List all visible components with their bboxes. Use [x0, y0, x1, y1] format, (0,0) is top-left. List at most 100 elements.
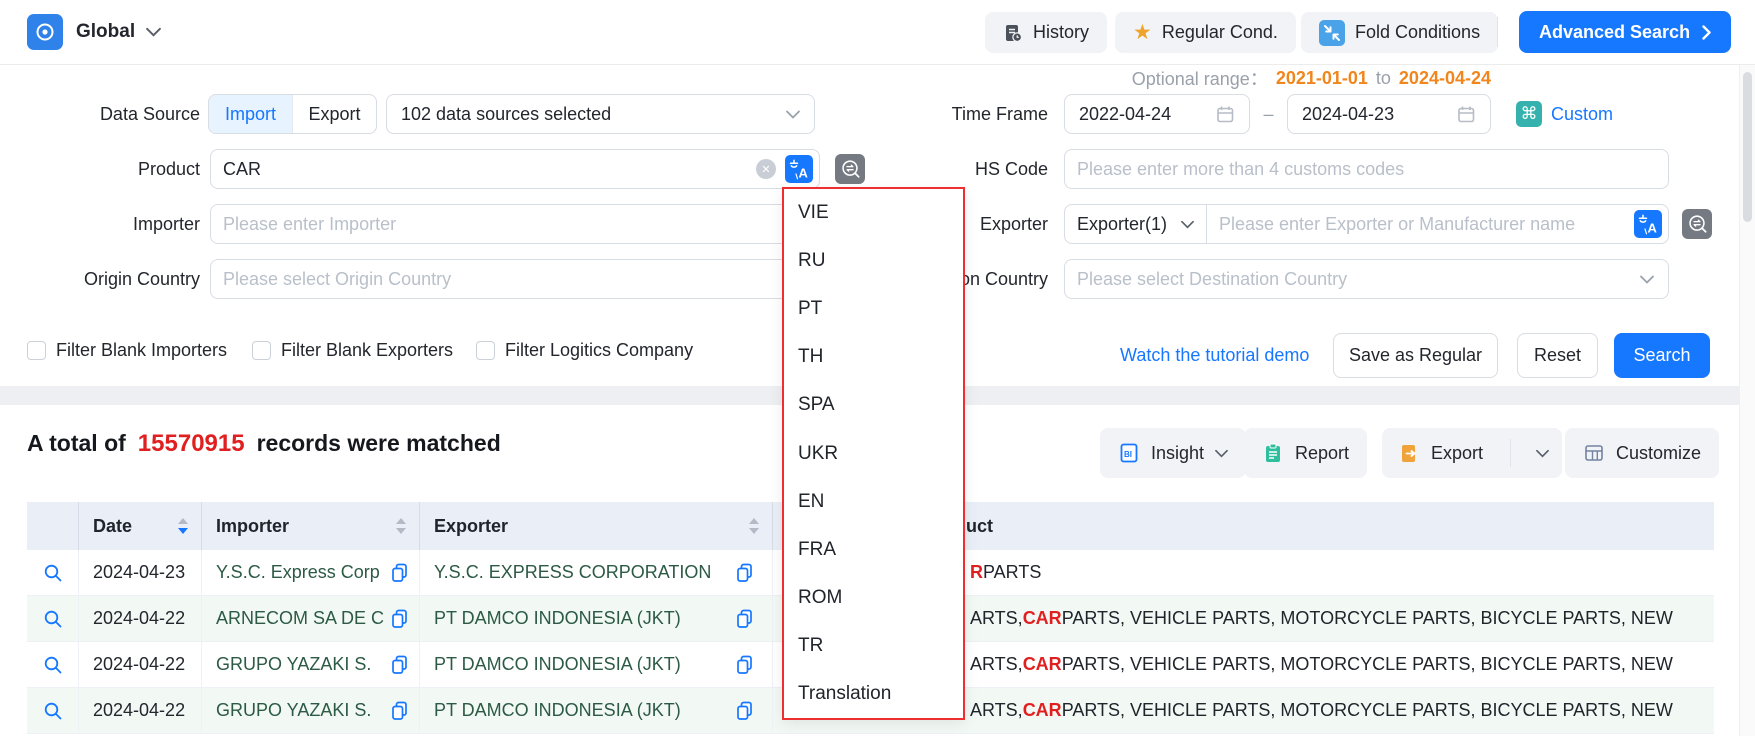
app-logo[interactable]	[27, 14, 63, 50]
save-as-regular-button[interactable]: Save as Regular	[1333, 333, 1498, 378]
copy-icon[interactable]	[735, 700, 754, 721]
language-option-en[interactable]: EN	[784, 478, 963, 526]
optional-range-to-word: to	[1376, 68, 1391, 89]
language-option-th[interactable]: TH	[784, 333, 963, 381]
advanced-search-button[interactable]: Advanced Search	[1519, 11, 1731, 53]
copy-icon[interactable]	[390, 608, 409, 629]
language-option-tr[interactable]: TR	[784, 622, 963, 670]
destination-country-select[interactable]	[1064, 259, 1669, 299]
date-value: 2024-04-23	[93, 562, 185, 583]
language-option-vie[interactable]: VIE	[784, 189, 963, 237]
language-option-ru[interactable]: RU	[784, 237, 963, 285]
regular-cond-button[interactable]: ★ Regular Cond.	[1115, 12, 1296, 53]
filter-blank-exporters-checkbox[interactable]: Filter Blank Exporters	[252, 340, 453, 361]
hs-code-input[interactable]	[1065, 159, 1668, 180]
language-option-fra[interactable]: FRA	[784, 526, 963, 574]
calendar-icon	[1215, 104, 1235, 124]
importer-name[interactable]: GRUPO YAZAKI S.	[216, 700, 371, 721]
insight-label: Insight	[1151, 443, 1204, 464]
filter-logitics-company-checkbox[interactable]: Filter Logitics Company	[476, 340, 693, 361]
advanced-search-label: Advanced Search	[1539, 22, 1690, 43]
export-tab[interactable]: Export	[292, 95, 376, 133]
report-button[interactable]: Report	[1244, 428, 1367, 478]
history-icon	[1003, 23, 1023, 43]
date-cell: 2024-04-23	[79, 550, 202, 595]
region-selector[interactable]: Global	[76, 0, 161, 64]
exporter-input[interactable]	[1207, 214, 1634, 235]
copy-icon[interactable]	[735, 562, 754, 583]
report-label: Report	[1295, 443, 1349, 464]
end-date-input[interactable]: 2024-04-23	[1287, 94, 1491, 134]
time-frame-label: Time Frame	[848, 94, 1048, 134]
destination-country-input[interactable]	[1065, 269, 1640, 290]
import-tab[interactable]: Import	[209, 95, 292, 133]
export-label: Export	[1431, 443, 1483, 464]
copy-icon[interactable]	[390, 654, 409, 675]
date-column-header[interactable]: Date	[79, 502, 202, 550]
clear-icon[interactable]: ✕	[756, 159, 776, 179]
results-summary: A total of 15570915 records were matched	[27, 430, 501, 458]
date-range-dash: –	[1250, 94, 1287, 134]
importer-name[interactable]: Y.S.C. Express Corp	[216, 562, 380, 583]
calendar-icon	[1456, 104, 1476, 124]
exporter-type-select[interactable]: Exporter(1)	[1065, 205, 1206, 243]
exporter-name[interactable]: PT DAMCO INDONESIA (JKT)	[434, 700, 681, 721]
insight-button[interactable]: BI Insight	[1100, 428, 1246, 478]
customize-icon	[1583, 442, 1605, 464]
language-option-pt[interactable]: PT	[784, 285, 963, 333]
customize-button[interactable]: Customize	[1565, 428, 1719, 478]
exporter-name[interactable]: PT DAMCO INDONESIA (JKT)	[434, 608, 681, 629]
view-detail-icon[interactable]	[43, 563, 63, 583]
copy-icon[interactable]	[390, 700, 409, 721]
importer-name[interactable]: GRUPO YAZAKI S.	[216, 654, 371, 675]
checkbox-icon	[252, 341, 271, 360]
data-sources-select[interactable]: 102 data sources selected	[386, 94, 815, 134]
sort-icon[interactable]	[396, 518, 406, 534]
start-date-input[interactable]: 2022-04-24	[1064, 94, 1250, 134]
exporter-column-header[interactable]: Exporter	[420, 502, 773, 550]
tutorial-link[interactable]: Watch the tutorial demo	[1120, 333, 1309, 378]
sort-icon[interactable]	[178, 518, 188, 534]
language-option-rom[interactable]: ROM	[784, 574, 963, 622]
history-button[interactable]: History	[985, 12, 1107, 53]
custom-range-button[interactable]: ⌘ Custom	[1516, 101, 1613, 127]
language-option-ukr[interactable]: UKR	[784, 429, 963, 477]
exporter-cell: PT DAMCO INDONESIA (JKT)	[420, 688, 773, 733]
translate-icon[interactable]: A	[1634, 210, 1662, 238]
sort-icon[interactable]	[749, 518, 759, 534]
checkbox-icon	[27, 341, 46, 360]
origin-country-select[interactable]	[210, 259, 820, 299]
filter-logitics-company-label: Filter Logitics Company	[505, 340, 693, 361]
exporter-name[interactable]: PT DAMCO INDONESIA (JKT)	[434, 654, 681, 675]
translate-icon[interactable]: A	[785, 155, 813, 183]
fold-conditions-button[interactable]: Fold Conditions	[1301, 12, 1498, 53]
copy-icon[interactable]	[735, 608, 754, 629]
view-detail-icon[interactable]	[43, 609, 63, 629]
origin-country-input[interactable]	[211, 269, 791, 290]
similar-search-icon[interactable]	[1682, 209, 1712, 239]
scrollbar-thumb[interactable]	[1743, 72, 1752, 222]
data-sources-value: 102 data sources selected	[387, 104, 611, 125]
filter-blank-importers-checkbox[interactable]: Filter Blank Importers	[27, 340, 227, 361]
fold-conditions-label: Fold Conditions	[1355, 22, 1480, 43]
copy-icon[interactable]	[390, 562, 409, 583]
reset-button[interactable]: Reset	[1517, 333, 1598, 378]
product-input[interactable]	[211, 159, 756, 180]
export-more-button[interactable]	[1522, 428, 1562, 478]
language-option-translation[interactable]: Translation	[784, 670, 963, 718]
copy-icon[interactable]	[735, 654, 754, 675]
custom-icon: ⌘	[1516, 101, 1542, 127]
importer-input[interactable]	[211, 214, 819, 235]
export-button[interactable]: Export	[1382, 428, 1499, 478]
search-button[interactable]: Search	[1614, 333, 1710, 378]
view-detail-icon[interactable]	[43, 655, 63, 675]
product-label: Product	[0, 149, 200, 189]
view-detail-icon[interactable]	[43, 701, 63, 721]
language-option-spa[interactable]: SPA	[784, 381, 963, 429]
filter-blank-importers-label: Filter Blank Importers	[56, 340, 227, 361]
scrollbar-track[interactable]	[1739, 64, 1755, 736]
importer-label: Importer	[0, 204, 200, 244]
exporter-name[interactable]: Y.S.C. EXPRESS CORPORATION	[434, 562, 711, 583]
importer-name[interactable]: ARNECOM SA DE C	[216, 608, 384, 629]
importer-column-header[interactable]: Importer	[202, 502, 420, 550]
